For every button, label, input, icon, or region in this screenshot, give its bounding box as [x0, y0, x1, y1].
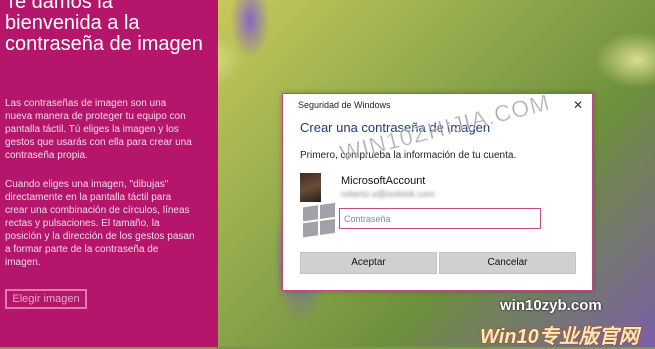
dialog-instruction: Primero, comprueba la información de tu …	[300, 150, 517, 161]
page-title: Te damos la bienvenida a la contraseña d…	[5, 0, 203, 55]
account-email: roberto.a@outlook.com	[341, 189, 435, 199]
accept-button[interactable]: Aceptar	[300, 252, 437, 274]
left-panel: Te damos la bienvenida a la contraseña d…	[0, 0, 218, 347]
avatar	[300, 173, 321, 202]
choose-image-button[interactable]: Elegir imagen	[5, 289, 87, 309]
account-name: MicrosoftAccount	[341, 175, 426, 187]
windows-logo-icon	[303, 202, 337, 240]
watermark-brand: Win10专业版官网	[480, 326, 639, 348]
cancel-button[interactable]: Cancelar	[439, 252, 576, 274]
watermark-url: win10zyb.com	[500, 297, 602, 314]
gesture-paragraph: Cuando eliges una imagen, "dibujas" dire…	[5, 179, 195, 268]
intro-paragraph: Las contraseñas de imagen son una nueva …	[5, 98, 192, 161]
dialog-window-title: Seguridad de Windows	[298, 100, 391, 110]
password-field[interactable]	[339, 208, 541, 229]
close-icon[interactable]: ✕	[570, 97, 586, 113]
